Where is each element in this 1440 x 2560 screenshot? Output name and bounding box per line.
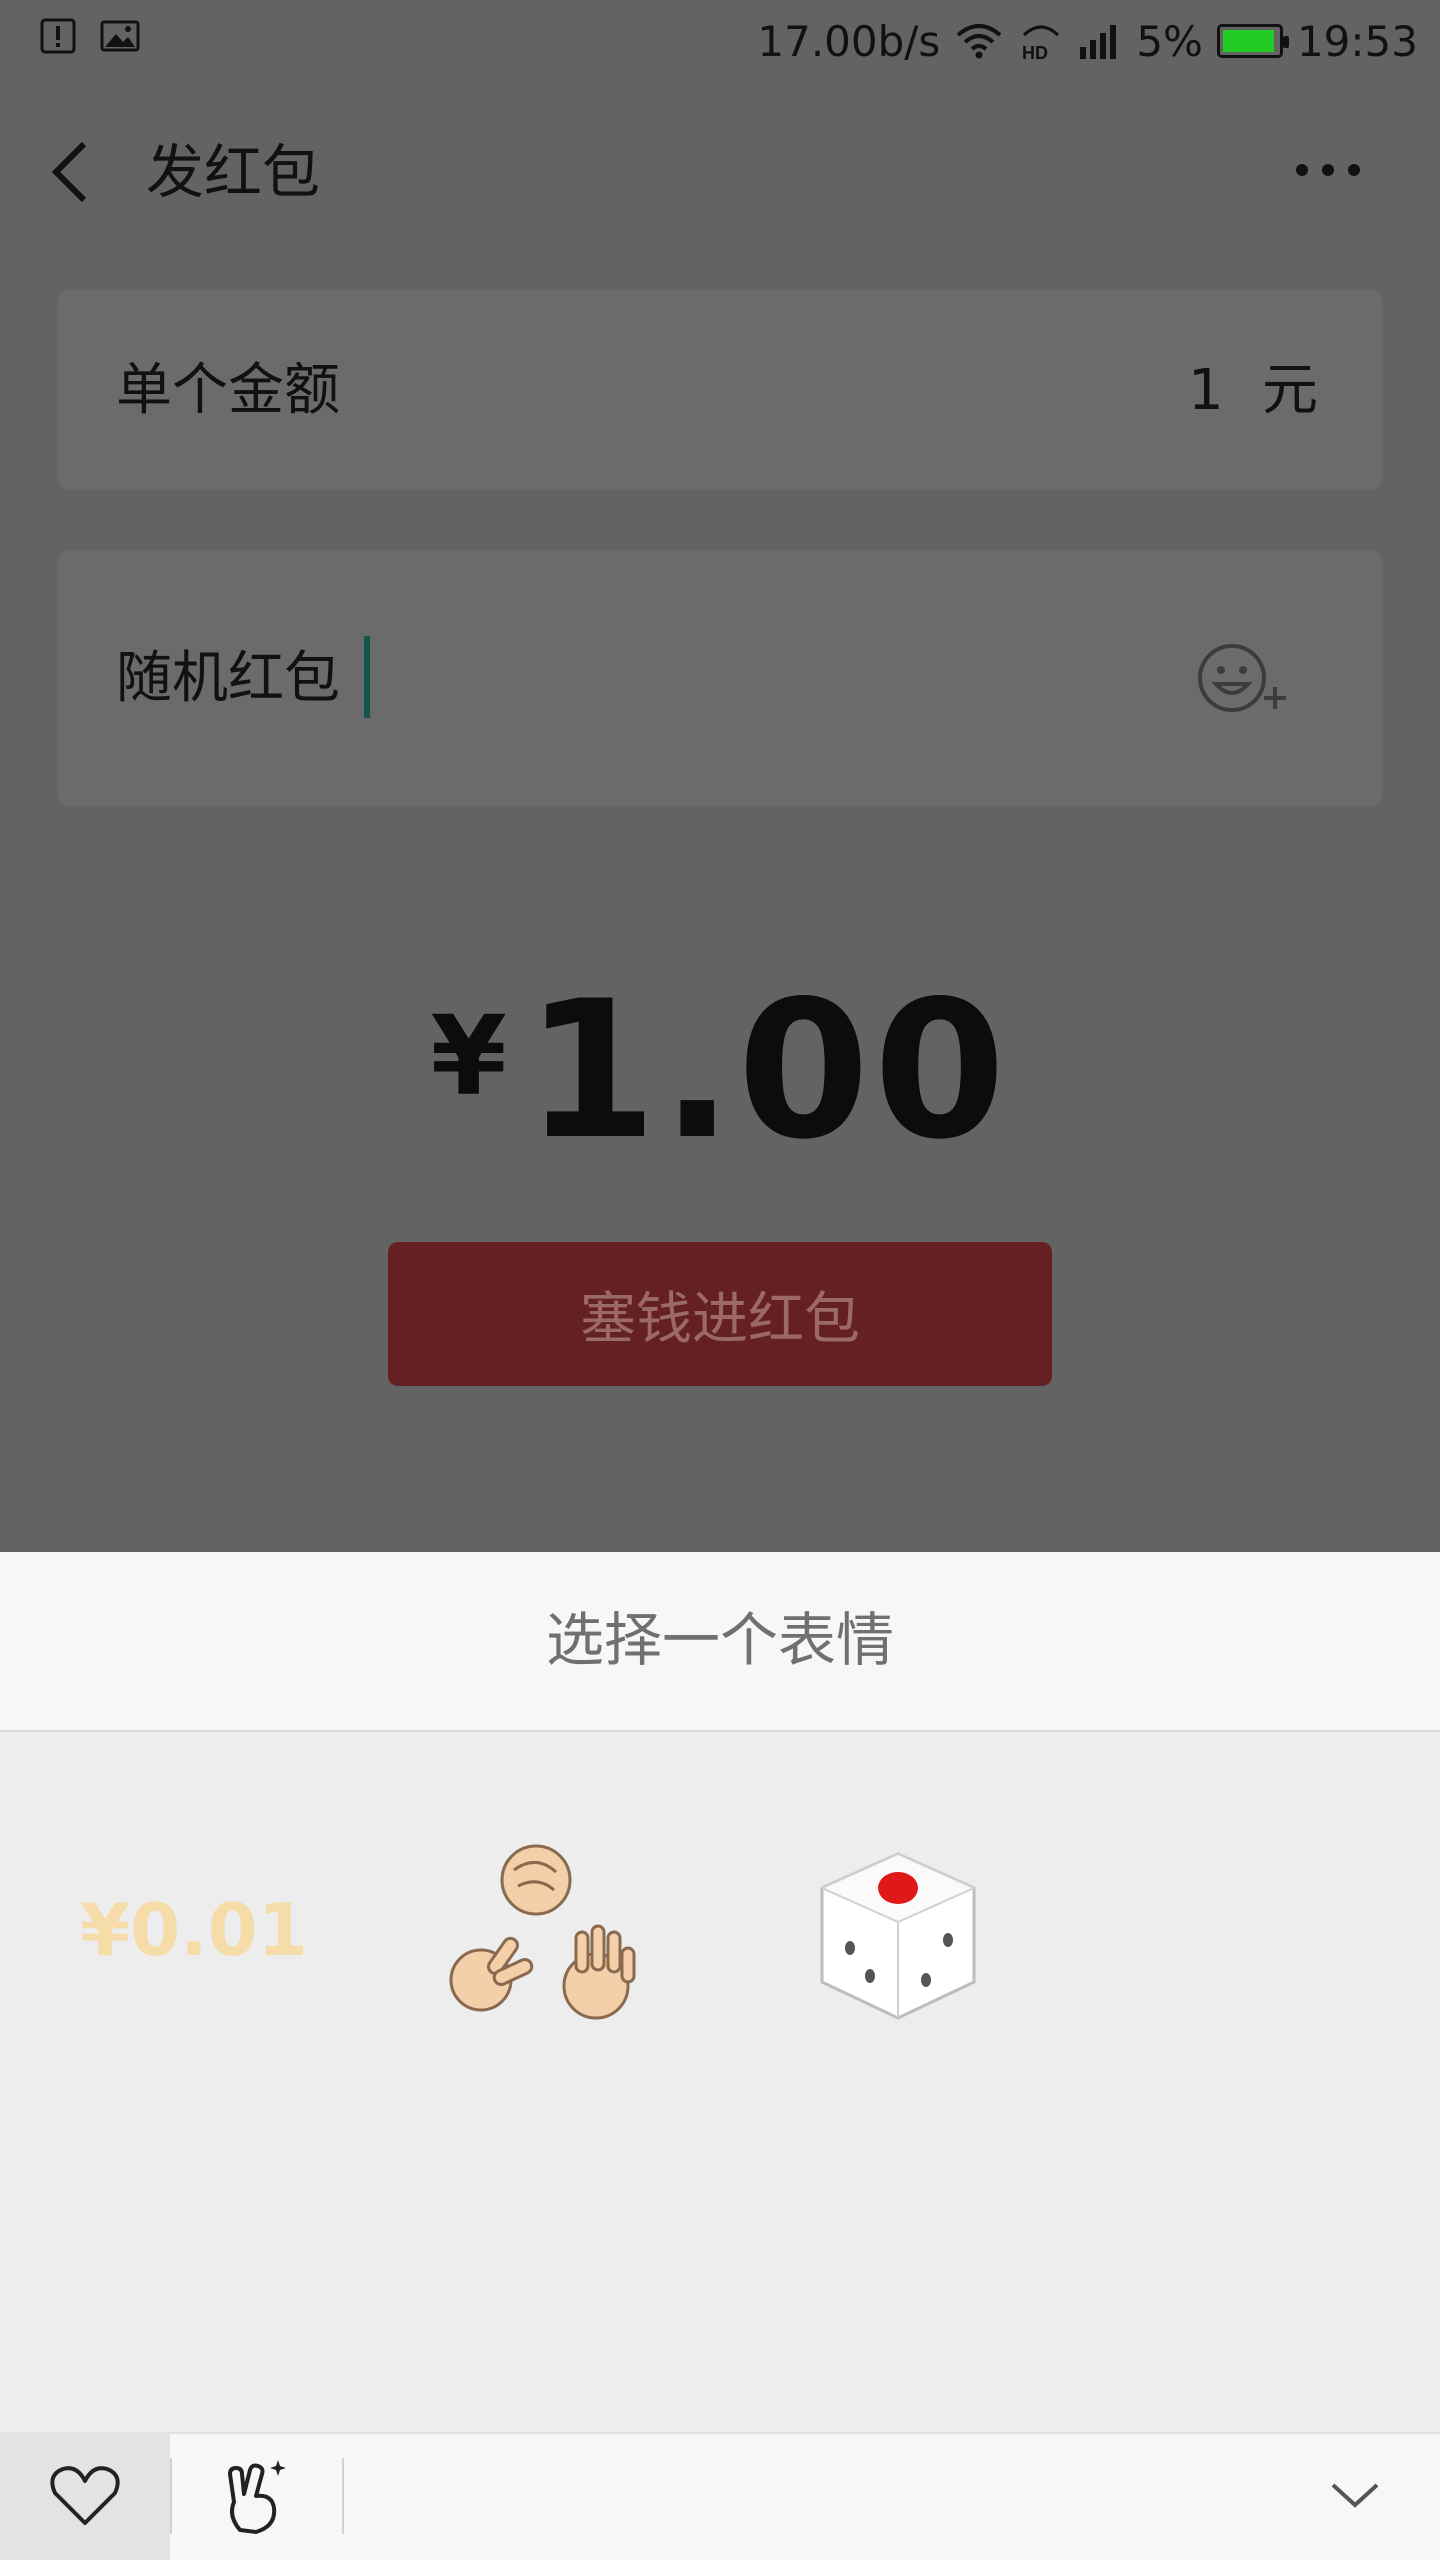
- heart-icon: [50, 2466, 120, 2525]
- rock-paper-scissors-icon: [449, 1844, 636, 2020]
- message-text[interactable]: 随机红包: [116, 644, 340, 714]
- amount-value[interactable]: 1: [1188, 356, 1224, 426]
- alert-icon: [40, 18, 76, 54]
- divider: [342, 2458, 344, 2534]
- text-cursor: [364, 636, 370, 718]
- emoji-option-dice[interactable]: [808, 1840, 988, 2030]
- clock: 19:53: [1296, 16, 1418, 66]
- tab-gesture-emoji[interactable]: [172, 2432, 342, 2560]
- gesture-icon: [228, 2460, 286, 2534]
- battery-percent: 5%: [1136, 16, 1203, 66]
- image-icon: [100, 20, 140, 52]
- dot: [1322, 164, 1334, 176]
- amount-unit: 元: [1262, 358, 1318, 423]
- battery-icon: [1216, 24, 1289, 58]
- currency-symbol: ¥: [430, 992, 507, 1120]
- svg-text:HD: HD: [1022, 43, 1048, 63]
- chevron-down-icon: [1331, 2483, 1379, 2508]
- collapse-sheet-button[interactable]: [1310, 2450, 1400, 2540]
- send-red-packet-button[interactable]: 塞钱进红包: [388, 1242, 1052, 1386]
- emoji-option-rock-paper-scissors[interactable]: [436, 1840, 646, 2030]
- emoji-plus-icon: [1198, 644, 1286, 712]
- back-button[interactable]: [40, 132, 110, 212]
- dot: [1296, 164, 1308, 176]
- page-title: 发红包: [146, 138, 321, 206]
- tab-favorites[interactable]: [0, 2432, 170, 2560]
- net-speed: 17.00b/s: [757, 16, 941, 66]
- dice-icon: [819, 1852, 977, 2020]
- more-button[interactable]: [1296, 150, 1386, 190]
- signal-icon: [1080, 25, 1117, 59]
- amount-label: 单个金额: [116, 358, 340, 423]
- battery-fill: [1222, 30, 1274, 52]
- dot: [1348, 164, 1360, 176]
- wifi-icon: [957, 24, 1002, 59]
- emoji-option-money[interactable]: ¥0.01: [80, 1880, 308, 1980]
- total-amount: ¥1.00: [0, 960, 1440, 1181]
- sheet-title: 选择一个表情: [545, 1606, 894, 1674]
- emoji-add-button[interactable]: [1196, 638, 1292, 718]
- emoji-grid: [0, 1732, 1440, 2432]
- status-bar: 17.00b/s HD 5% 19:53: [0, 0, 1440, 82]
- chevron-left-icon: [51, 141, 87, 203]
- hd-icon: HD: [1022, 25, 1060, 63]
- total-value: 1.00: [524, 960, 1010, 1181]
